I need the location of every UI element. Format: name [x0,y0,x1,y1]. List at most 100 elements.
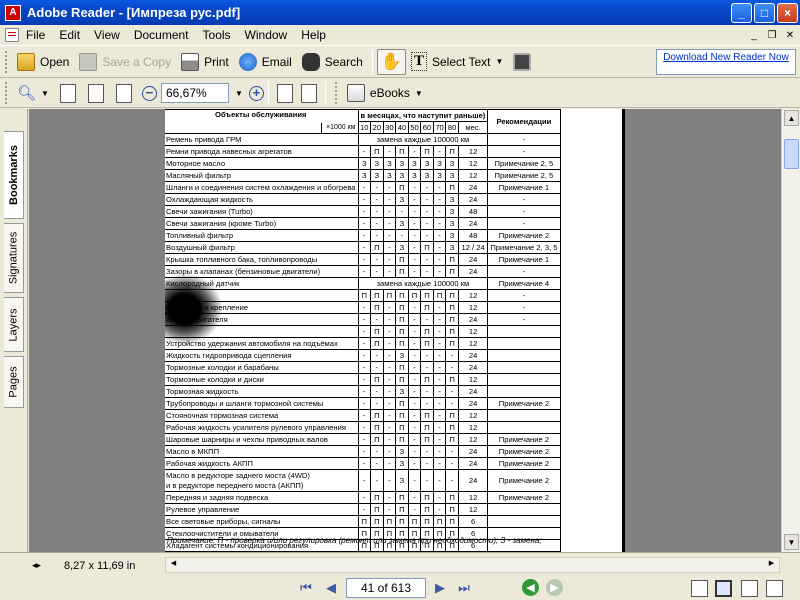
document-icon[interactable] [5,28,19,42]
vertical-scrollbar[interactable]: ▲ ▼ [781,109,800,552]
open-button[interactable]: Open [12,49,74,75]
doc-minimize-icon[interactable]: _ [746,28,762,42]
snapshot-button[interactable] [508,49,536,75]
scroll-up-icon[interactable]: ▲ [784,110,799,126]
menu-edit[interactable]: Edit [52,28,87,42]
facing-layout-icon[interactable] [741,580,758,597]
row-months: 24 [457,469,489,492]
row-months: 12 [457,433,489,446]
row-cell: - [407,205,422,218]
menu-window[interactable]: Window [238,28,295,42]
row-cell: П [395,313,409,326]
row-recommendation: Примечание 2 [487,457,561,470]
email-button[interactable]: Email [234,49,297,75]
scroll-right-icon[interactable]: ▶ [765,559,778,571]
row-cell: - [407,349,422,362]
menu-tools[interactable]: Tools [196,28,238,42]
zoom-in-icon[interactable]: + [248,85,264,101]
row-cell: - [370,445,384,458]
menu-document[interactable]: Document [127,28,196,42]
chevron-down-icon[interactable]: ▼ [415,89,423,98]
first-page-icon[interactable]: ⏮ [297,579,315,597]
actual-size-icon[interactable] [59,83,76,103]
chevron-down-icon[interactable]: ▼ [41,89,49,98]
row-cell: П [445,181,459,194]
hand-tool-button[interactable]: ✋ [376,48,406,75]
continuous-layout-icon[interactable] [715,580,732,597]
menu-view[interactable]: View [87,28,127,42]
toolbar-grip[interactable] [5,50,9,73]
row-cell: - [357,241,372,254]
row-months: 24 [457,385,489,398]
scroll-thumb[interactable] [784,139,799,169]
table-row: Рабочая жидкость усилителя рулевого упра… [165,421,561,434]
toolbar-grip[interactable] [334,82,339,104]
next-page-icon[interactable]: ▶ [431,579,449,597]
tab-layers[interactable]: Layers [4,297,24,352]
toolbar-separator [324,81,326,105]
fit-page-icon[interactable] [87,83,104,103]
tab-signatures[interactable]: Signatures [4,223,24,293]
rotate-clockwise-icon[interactable] [276,83,293,103]
table-row: Устройство удержания автомобиля на подъё… [165,337,561,350]
row-cell: - [432,241,447,254]
next-view-icon[interactable]: ▶ [546,579,563,596]
header-interval: 80 [445,121,459,134]
row-cell: - [445,457,459,470]
row-cell: З [445,241,459,254]
row-cell: - [407,145,422,158]
fit-width-icon[interactable] [115,83,132,103]
toolbar-grip[interactable] [5,82,9,104]
ebooks-button[interactable]: eBooks ▼ [342,80,428,106]
horizontal-scrollbar[interactable]: ◀ ▶ [165,557,780,573]
minimize-button[interactable]: _ [731,3,752,23]
text-cursor-icon: T [410,52,427,71]
row-cell: - [432,421,447,434]
tab-bookmarks-label: Bookmarks [7,145,20,205]
tab-pages[interactable]: Pages [4,356,24,408]
page-number-field[interactable]: 41 of 613 [346,578,426,598]
row-cell: - [407,181,422,194]
previous-view-icon[interactable]: ◀ [522,579,539,596]
doc-restore-icon[interactable]: ❐ [764,28,780,42]
search-button[interactable]: Search [297,49,368,75]
printer-icon [181,52,200,71]
previous-page-icon[interactable]: ◀ [322,579,340,597]
close-button[interactable]: × [777,3,798,23]
chevron-down-icon[interactable]: ▼ [495,57,503,66]
tab-bookmarks[interactable]: Bookmarks [4,131,24,219]
row-cell: - [382,361,397,374]
table-row: Масло в МКПП - - - З - - - -24 Примечание 2 [165,445,561,458]
row-cell: - [382,253,397,266]
select-text-button[interactable]: T Select Text ▼ [406,49,508,75]
row-cell: - [357,301,372,314]
doc-close-icon[interactable]: ✕ [782,28,798,42]
zoom-input[interactable]: 66,67% [160,83,229,103]
save-copy-button[interactable]: Save a Copy [74,49,176,75]
row-cell: - [407,313,422,326]
download-reader-link[interactable]: Download New Reader Now [656,49,796,75]
scroll-left-icon[interactable]: ◀ [167,559,180,571]
zoom-out-icon[interactable]: − [141,85,157,101]
row-cell: П [395,503,409,516]
row-recommendation: - [487,265,561,278]
download-reader-label[interactable]: Download New Reader Now [663,52,789,63]
menu-file[interactable]: File [19,28,52,42]
table-row: Масло в редукторе заднего моста (4WD) и в… [165,469,561,492]
continuous-facing-layout-icon[interactable] [766,580,783,597]
document-view[interactable]: Объекты обслуживания ×1000 км в месяцах, ч… [29,109,781,552]
row-cell: З [420,157,434,170]
maximize-button[interactable]: □ [754,3,775,23]
row-name: Рабочая жидкость АКПП [165,457,359,470]
zoom-tool-button[interactable]: 🔍︎ ▼ [12,80,54,106]
table-row: Топливный фильтр - - - - - - - З 48 Примечание 2 [165,229,561,242]
row-cell: П [395,397,409,410]
menu-help[interactable]: Help [294,28,333,42]
single-page-layout-icon[interactable] [691,580,708,597]
scroll-down-icon[interactable]: ▼ [784,534,799,550]
camera-icon [513,52,532,71]
rotate-counterclockwise-icon[interactable] [300,83,317,103]
last-page-icon[interactable]: ⏭ [455,579,473,597]
print-button[interactable]: Print [176,49,234,75]
chevron-down-icon[interactable]: ▼ [235,89,243,98]
